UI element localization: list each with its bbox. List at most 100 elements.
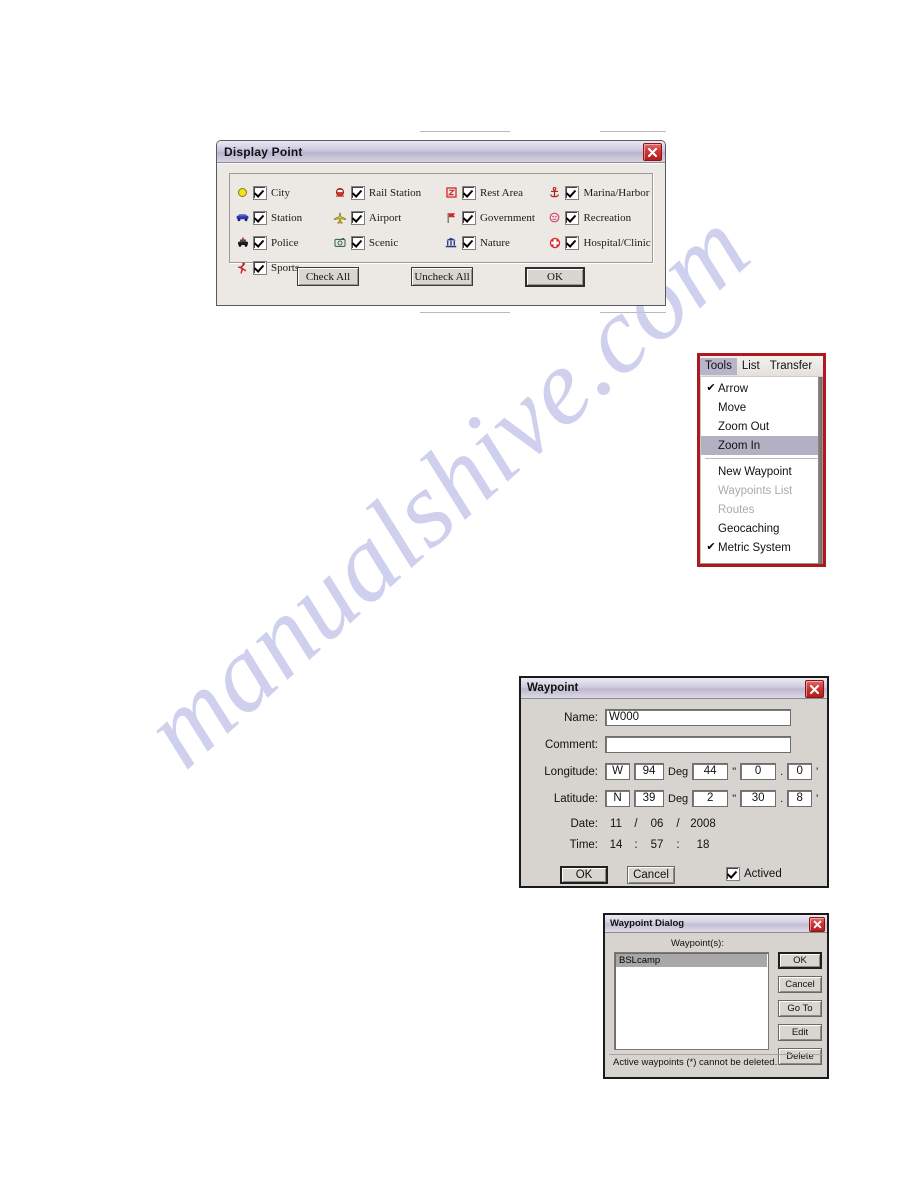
crop-guide-bottom-right (600, 312, 666, 313)
waypoint-name-row: Name: W000 (521, 708, 791, 727)
waypoints-listbox[interactable]: BSLcamp (614, 952, 769, 1050)
latitude-minutes-input[interactable]: 2 (692, 790, 729, 807)
waypoint-ok-button[interactable]: OK (560, 866, 608, 884)
display-point-body: City Rail Station Rest Area Marina/Harbo… (217, 163, 665, 305)
menubar: Tools List Transfer (700, 356, 823, 377)
point-type-scenic[interactable]: Scenic (334, 235, 445, 250)
point-type-recreation[interactable]: Recreation (548, 210, 652, 225)
waypoint-longitude-row: Longitude: W 94 Deg 44 " 0 . 0 ' (521, 762, 822, 781)
waypoint-list-ok-button[interactable]: OK (778, 952, 822, 969)
airport-checkbox[interactable] (350, 210, 365, 225)
menubar-item-transfer[interactable]: Transfer (765, 358, 817, 375)
longitude-degrees-input[interactable]: 94 (634, 763, 664, 780)
point-type-rail-station[interactable]: Rail Station (334, 185, 445, 200)
waypoint-latitude-row: Latitude: N 39 Deg 2 " 30 . 8 ' (521, 789, 822, 808)
menu-item-zoom-out[interactable]: Zoom Out (701, 417, 822, 436)
close-icon[interactable] (805, 680, 824, 698)
date-month: 11 (610, 817, 622, 830)
display-point-row: City Rail Station Rest Area Marina/Harbo… (236, 180, 652, 205)
latitude-sec-unit: ' (816, 792, 819, 805)
longitude-hemisphere-input[interactable]: W (605, 763, 630, 780)
recreation-checkbox[interactable] (565, 210, 580, 225)
menu-item-move[interactable]: Move (701, 398, 822, 417)
hospital-clinic-checkbox[interactable] (565, 235, 580, 250)
point-type-rest-area[interactable]: Rest Area (445, 185, 549, 200)
police-label: Police (271, 236, 299, 249)
nature-icon (445, 236, 458, 249)
check-all-button[interactable]: Check All (297, 267, 359, 286)
display-point-row: Police Scenic Nature Hospital/Clinic (236, 230, 652, 255)
waypoint-list-goto-button[interactable]: Go To (778, 1000, 822, 1017)
latitude-seconds-input[interactable]: 30 (740, 790, 777, 807)
city-checkbox[interactable] (253, 185, 267, 200)
rest-area-checkbox[interactable] (461, 185, 476, 200)
list-item[interactable]: BSLcamp (616, 954, 767, 967)
point-type-police[interactable]: Police (236, 235, 334, 250)
actived-label: Actived (744, 868, 782, 880)
airport-icon (334, 211, 347, 224)
longitude-seconds-input[interactable]: 0 (740, 763, 777, 780)
rail-station-checkbox[interactable] (350, 185, 365, 200)
close-icon[interactable] (809, 917, 825, 932)
point-type-marina-harbor[interactable]: Marina/Harbor (548, 185, 652, 200)
point-type-airport[interactable]: Airport (334, 210, 445, 225)
waypoint-list-dialog: Waypoint Dialog Waypoint(s): BSLcamp OK … (603, 913, 829, 1079)
station-checkbox[interactable] (253, 210, 267, 225)
waypoint-titlebar: Waypoint (521, 678, 827, 699)
comment-label: Comment: (544, 738, 598, 751)
date-label: Date: (570, 817, 599, 830)
recreation-icon (548, 211, 561, 224)
point-type-government[interactable]: Government (445, 210, 549, 225)
point-type-station[interactable]: Station (236, 210, 334, 225)
time-second: 18 (696, 838, 710, 851)
latitude-fraction-input[interactable]: 8 (787, 790, 813, 807)
time-separator-1: : (634, 838, 638, 851)
scenic-icon (334, 236, 347, 249)
name-label: Name: (564, 711, 598, 724)
menubar-item-tools[interactable]: Tools (700, 357, 737, 375)
ok-button[interactable]: OK (525, 267, 585, 287)
time-label: Time: (569, 838, 598, 851)
longitude-label: Longitude: (544, 765, 598, 778)
menu-item-arrow[interactable]: ✔ Arrow (701, 379, 822, 398)
menu-item-zoom-in[interactable]: Zoom In (701, 436, 822, 455)
waypoint-list-delete-button[interactable]: Delete (778, 1048, 822, 1065)
waypoint-list-cancel-button[interactable]: Cancel (778, 976, 822, 993)
latitude-hemisphere-input[interactable]: N (605, 790, 630, 807)
menu-item-metric-system[interactable]: ✔ Metric System (701, 538, 822, 557)
hospital-clinic-icon (548, 236, 561, 249)
menu-item-label: Zoom In (718, 439, 761, 452)
time-separator-2: : (676, 838, 680, 851)
longitude-fraction-input[interactable]: 0 (787, 763, 813, 780)
actived-checkbox[interactable] (726, 867, 740, 881)
menu-item-geocaching[interactable]: Geocaching (701, 519, 822, 538)
government-checkbox[interactable] (461, 210, 476, 225)
comment-input[interactable] (605, 736, 791, 753)
recreation-label: Recreation (583, 211, 632, 224)
checkmark-icon: ✔ (706, 382, 716, 394)
menu-item-new-waypoint[interactable]: New Waypoint (701, 462, 822, 481)
point-type-hospital-clinic[interactable]: Hospital/Clinic (548, 235, 652, 250)
menu-scrollbar[interactable] (818, 377, 822, 564)
name-input[interactable]: W000 (605, 709, 791, 726)
point-type-city[interactable]: City (236, 185, 334, 200)
waypoint-time-row: Time: 14 : 57 : 18 (521, 835, 719, 854)
menu-item-label: Arrow (718, 382, 749, 395)
menu-item-label: Geocaching (718, 522, 780, 535)
longitude-minutes-input[interactable]: 44 (692, 763, 729, 780)
waypoint-list-edit-button[interactable]: Edit (778, 1024, 822, 1041)
uncheck-all-button[interactable]: Uncheck All (411, 267, 473, 286)
nature-checkbox[interactable] (461, 235, 476, 250)
point-type-nature[interactable]: Nature (445, 235, 549, 250)
menu-item-routes: Routes (701, 500, 822, 519)
waypoints-list-label: Waypoint(s): (671, 938, 724, 949)
waypoint-list-footer-note: Active waypoints (*) cannot be deleted. (613, 1057, 778, 1068)
menubar-item-list[interactable]: List (737, 358, 765, 375)
scenic-checkbox[interactable] (350, 235, 365, 250)
waypoint-cancel-button[interactable]: Cancel (627, 866, 675, 884)
actived-checkbox-group[interactable]: Actived (726, 867, 782, 881)
marina-harbor-checkbox[interactable] (565, 185, 580, 200)
close-icon[interactable] (643, 143, 662, 161)
latitude-degrees-input[interactable]: 39 (634, 790, 664, 807)
police-checkbox[interactable] (253, 235, 267, 250)
